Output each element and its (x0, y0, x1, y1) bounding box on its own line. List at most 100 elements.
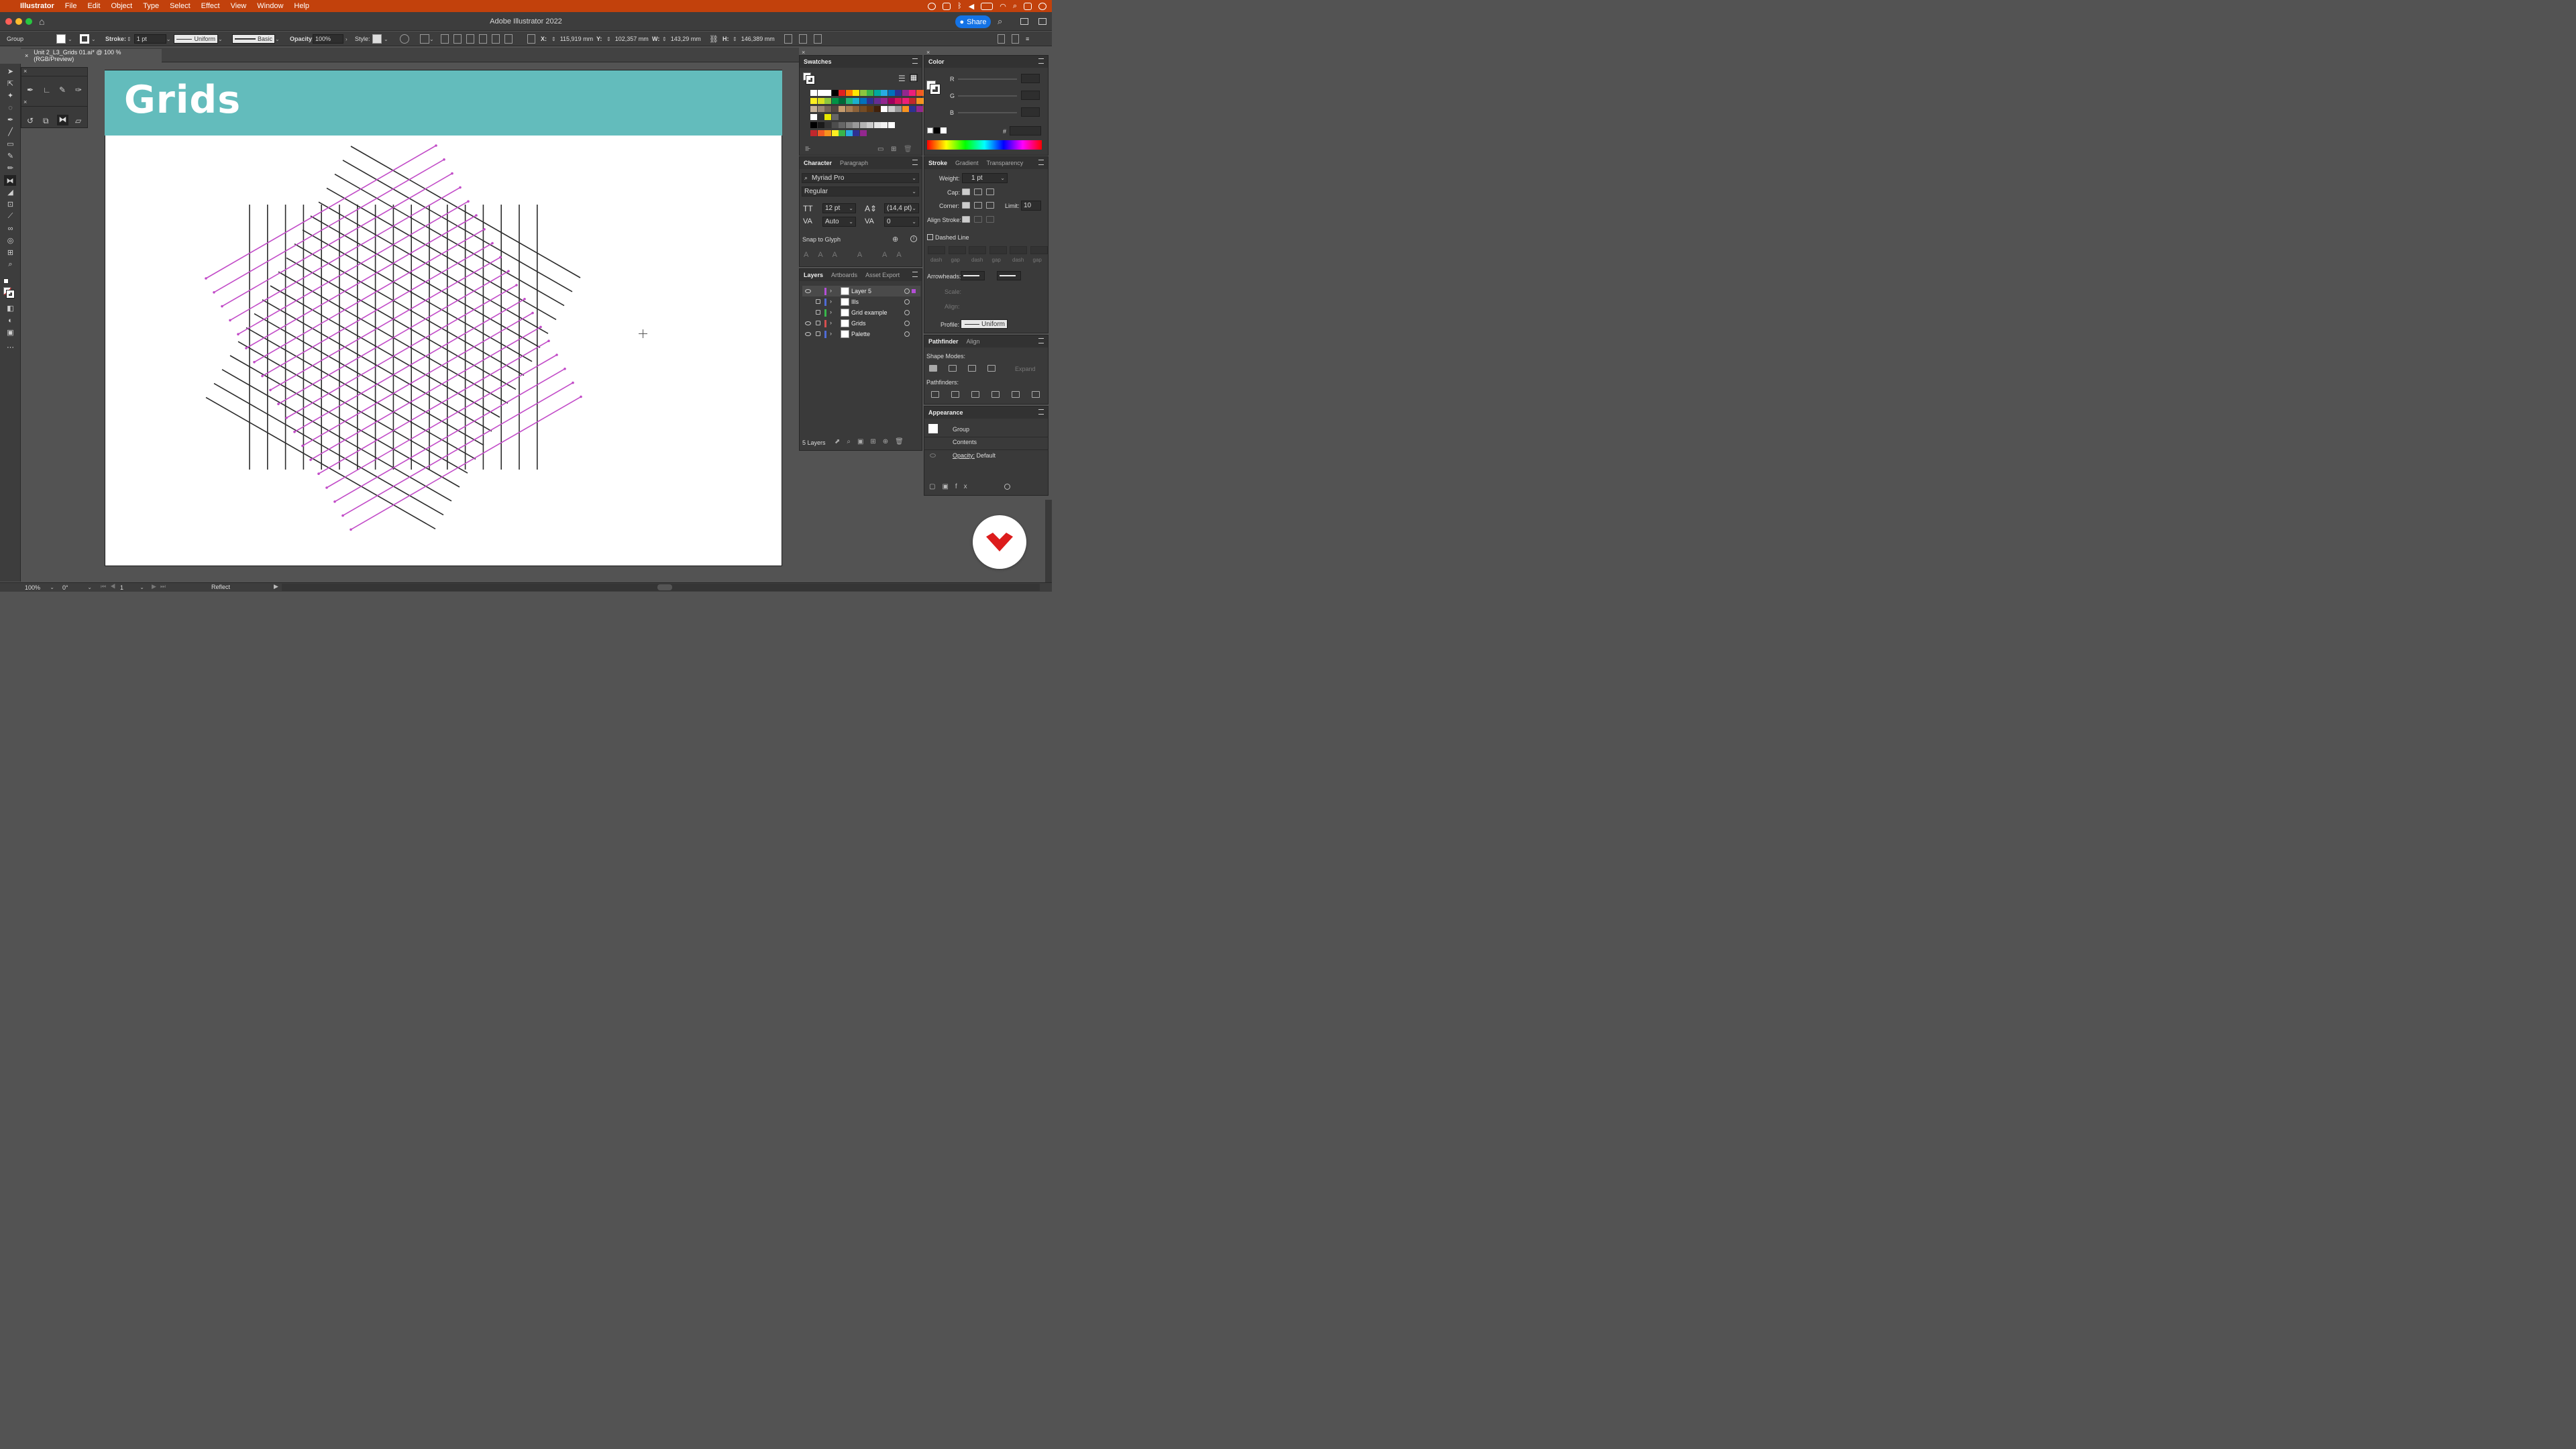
tab-paragraph[interactable]: Paragraph (836, 160, 872, 166)
anchor-point[interactable] (435, 144, 437, 147)
anchor-point[interactable] (572, 381, 574, 384)
color-swatch[interactable] (817, 130, 824, 136)
panel-menu-icon[interactable] (1038, 160, 1044, 165)
font-family-field[interactable]: ⌕ Myriad Pro ⌄ (802, 173, 919, 183)
layer-actions-icons[interactable]: ⬈⌕▣⊞⊕🗑 (835, 438, 910, 445)
artboard-tool-icon[interactable]: ⊞ (5, 248, 15, 257)
anchor-point[interactable] (285, 417, 288, 419)
color-swatch[interactable] (902, 106, 909, 112)
color-swatch[interactable] (831, 90, 839, 96)
creative-cloud-icon[interactable] (928, 2, 936, 10)
anchor-point[interactable] (491, 241, 494, 245)
color-swatch[interactable] (839, 122, 845, 128)
appearance-opacity[interactable]: Opacity: Default (953, 452, 996, 459)
stroke-weight-input[interactable]: 1 pt ⌄ (962, 173, 1008, 183)
font-size-field[interactable]: 12 pt ⌄ (822, 203, 856, 213)
color-swatch[interactable] (817, 114, 824, 120)
anchor-point[interactable] (317, 472, 320, 475)
panel-menu-icon[interactable] (1038, 58, 1044, 64)
color-swatch[interactable] (810, 106, 817, 112)
color-swatch[interactable] (845, 106, 853, 112)
layer-row[interactable]: › Grid example (802, 307, 920, 318)
swatch-library-icon[interactable]: ⊪ (805, 146, 811, 153)
anchor-point[interactable] (459, 186, 462, 189)
color-swatch[interactable] (916, 98, 923, 104)
artboard-number-field[interactable]: 1 ⌄ (118, 584, 146, 591)
tracking-field[interactable]: 0 ⌄ (884, 217, 919, 227)
target-icon[interactable] (904, 299, 910, 305)
anchor-point[interactable] (333, 500, 336, 503)
panel-layout-icon[interactable] (1038, 18, 1046, 25)
new-swatch-icon[interactable]: ⊞ (891, 146, 896, 153)
font-style-field[interactable]: Regular ⌄ (802, 186, 919, 197)
color-swatch[interactable] (839, 98, 845, 104)
anchor-point[interactable] (547, 339, 550, 343)
anchor-point[interactable] (309, 458, 312, 462)
anchor-point[interactable] (277, 402, 280, 405)
anchor-point[interactable] (245, 347, 248, 350)
horizontal-scrollbar[interactable] (282, 584, 1040, 591)
divide-button[interactable] (931, 391, 939, 398)
lock-icon[interactable] (816, 310, 820, 315)
color-swatch[interactable] (909, 98, 916, 104)
projecting-cap-button[interactable] (986, 189, 994, 195)
paintbrush-tool-icon[interactable]: ✎ (5, 152, 15, 160)
anchor-point[interactable] (523, 298, 526, 301)
fill-stroke-indicator[interactable] (3, 287, 15, 299)
color-swatch[interactable] (810, 130, 817, 136)
vertical-scrollbar[interactable] (1045, 500, 1052, 582)
dash-field[interactable] (1010, 246, 1027, 254)
color-swatch[interactable] (881, 98, 888, 104)
color-swatch[interactable] (817, 98, 824, 104)
zoom-field[interactable]: 100% ⌄ (23, 584, 56, 591)
anchor-point[interactable] (229, 319, 231, 322)
green-slider[interactable] (958, 95, 1017, 97)
workspace-icon[interactable] (1020, 18, 1028, 25)
color-swatch[interactable] (909, 106, 916, 112)
isometric-grid-artwork[interactable] (0, 0, 784, 582)
color-swatch[interactable] (845, 98, 853, 104)
layer-name[interactable]: Grid example (851, 309, 888, 316)
color-swatch[interactable] (839, 130, 845, 136)
color-swatch[interactable] (817, 90, 824, 96)
color-swatch[interactable] (831, 106, 839, 112)
anchor-point-tool-icon[interactable]: ∟ (43, 85, 51, 95)
color-swatch[interactable] (895, 98, 902, 104)
chevron-right-icon[interactable]: › (830, 330, 832, 337)
snap-settings-icon[interactable]: ⊕ (892, 235, 898, 244)
tab-artboards[interactable]: Artboards (827, 272, 861, 278)
arrange-icon[interactable] (799, 34, 807, 44)
color-swatch[interactable] (902, 90, 909, 96)
dash-field[interactable] (969, 246, 986, 254)
tab-stroke[interactable]: Stroke (924, 160, 951, 166)
anchor-point[interactable] (451, 172, 453, 175)
chevron-right-icon[interactable]: › (830, 309, 832, 315)
color-swatch[interactable] (888, 122, 895, 128)
minus-front-button[interactable] (949, 365, 957, 372)
magic-wand-tool-icon[interactable]: ✦ (5, 91, 15, 100)
color-swatch[interactable] (859, 122, 867, 128)
lasso-tool-icon[interactable]: ◌ (5, 103, 15, 112)
anchor-point[interactable] (483, 228, 486, 231)
outline-button[interactable] (1012, 391, 1020, 398)
end-arrowhead-dropdown[interactable] (997, 271, 1021, 280)
color-swatch[interactable] (810, 114, 817, 120)
color-swatch[interactable] (831, 98, 839, 104)
exclude-button[interactable] (987, 365, 996, 372)
color-swatch[interactable] (867, 98, 873, 104)
target-icon[interactable] (904, 331, 910, 337)
free-transform-tool-icon[interactable]: ⊡ (5, 200, 15, 209)
artboard-nav-first-icon[interactable]: ⏮◀ (101, 583, 119, 590)
color-swatch[interactable] (831, 122, 839, 128)
color-swatch[interactable] (810, 98, 817, 104)
color-swatch[interactable] (853, 122, 859, 128)
layer-name[interactable]: Palette (851, 331, 870, 337)
color-swatch[interactable] (873, 106, 881, 112)
none-color-swatch[interactable] (927, 127, 933, 133)
tab-transparency[interactable]: Transparency (983, 160, 1028, 166)
anchor-point[interactable] (555, 354, 558, 356)
grid-view-icon[interactable]: ▦ (910, 74, 918, 82)
gap-field[interactable] (948, 246, 966, 254)
shape-builder-tool-icon[interactable]: ◎ (5, 236, 15, 245)
color-swatch[interactable] (810, 90, 817, 96)
